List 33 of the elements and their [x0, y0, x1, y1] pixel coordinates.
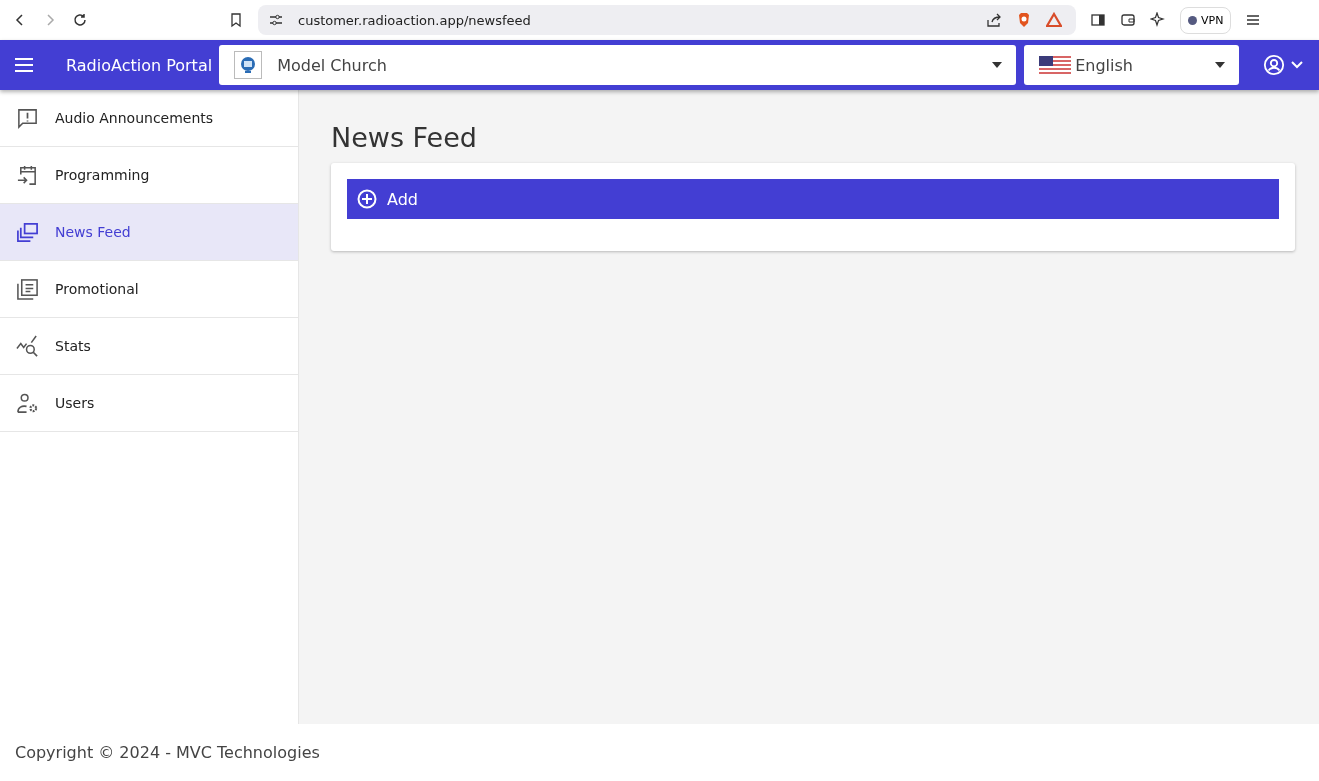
chevron-down-icon: [1291, 61, 1304, 69]
wallet-icon[interactable]: [1120, 12, 1136, 28]
logo-icon: [234, 51, 263, 79]
caret-icon: [992, 62, 1003, 68]
site-settings-icon[interactable]: [268, 12, 284, 28]
account-menu[interactable]: [1263, 54, 1304, 76]
chart-search-icon: [16, 334, 39, 358]
stacked-windows-icon: [16, 220, 39, 244]
caret-icon: [1215, 62, 1226, 68]
menu-icon[interactable]: [14, 57, 34, 73]
document-stack-icon: [16, 277, 39, 301]
user-icon: [1263, 54, 1286, 76]
reload-icon[interactable]: [72, 12, 88, 28]
copyright-text: Copyright © 2024 - MVC Technologies: [15, 743, 320, 762]
bookmark-icon[interactable]: [228, 12, 244, 28]
calendar-arrow-icon: [16, 163, 39, 187]
language-dropdown[interactable]: English: [1024, 45, 1240, 85]
user-gear-icon: [16, 391, 39, 415]
plus-circle-icon: [357, 189, 377, 209]
share-icon[interactable]: [986, 12, 1002, 28]
menu-icon[interactable]: [1245, 12, 1262, 28]
sidebar-item[interactable]: News Feed: [0, 204, 298, 261]
portal-title: RadioAction Portal: [66, 55, 213, 75]
organization-dropdown[interactable]: Model Church: [219, 45, 1017, 85]
address-bar[interactable]: customer.radioaction.app/newsfeed: [258, 5, 1076, 35]
flag-icon: [1039, 56, 1072, 74]
add-button[interactable]: Add: [347, 179, 1279, 219]
triangle-icon[interactable]: [1046, 12, 1062, 28]
sidebar-toggle-icon[interactable]: [1090, 12, 1106, 28]
message-alert-icon: [16, 106, 39, 130]
vpn-button[interactable]: VPN: [1180, 6, 1232, 34]
page-title: News Feed: [331, 122, 478, 153]
sparkle-icon[interactable]: [1150, 12, 1166, 28]
